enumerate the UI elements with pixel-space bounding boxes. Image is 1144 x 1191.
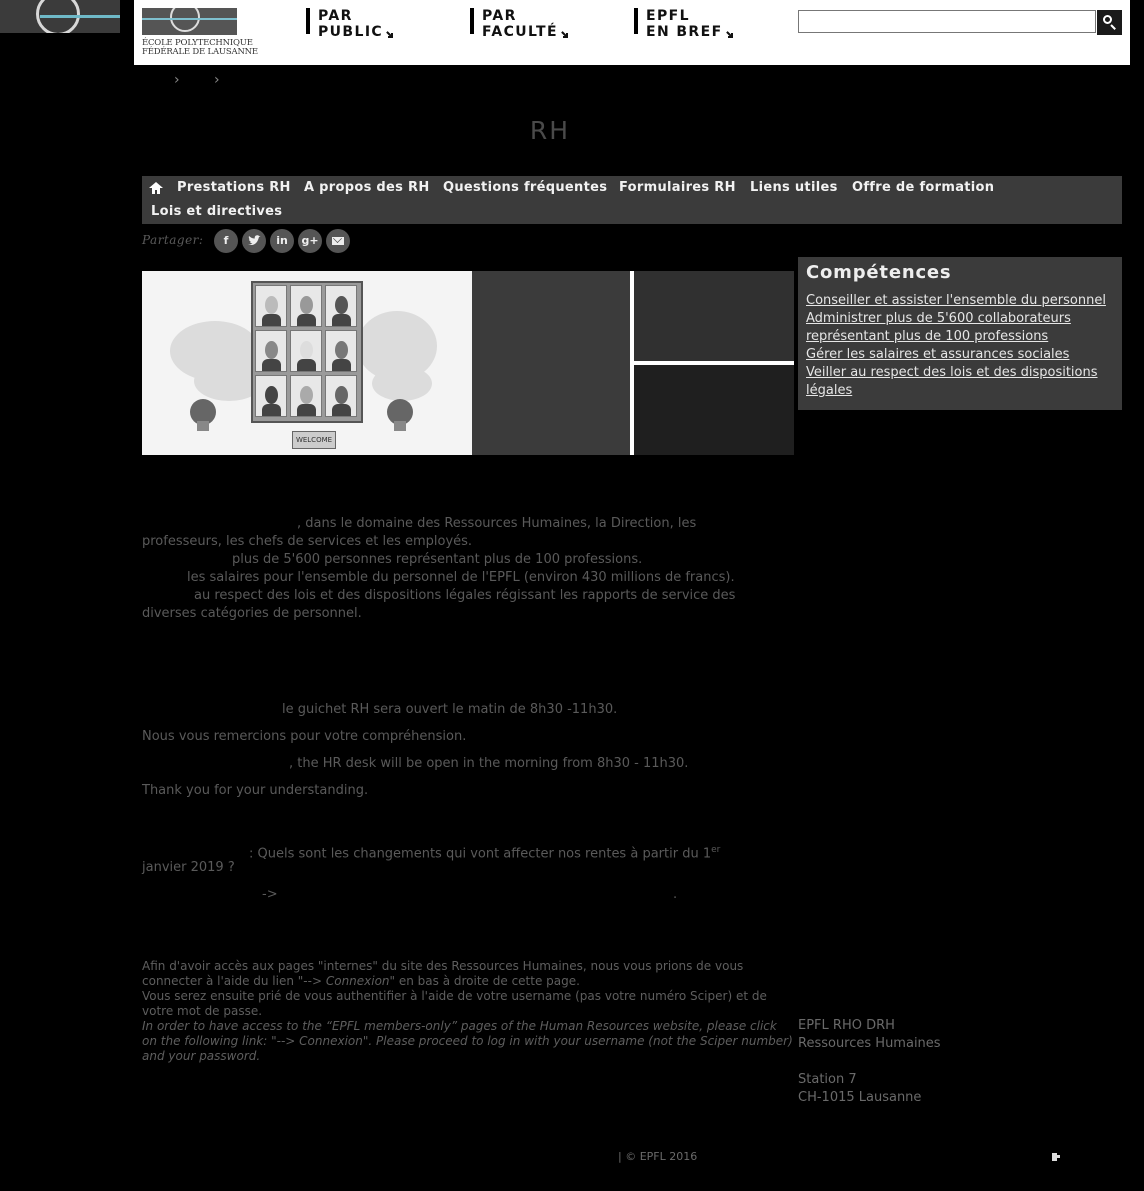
- breadcrumb-separator: ›: [214, 72, 220, 88]
- access-en-text: In order to have access to the “EPFL mem…: [142, 1019, 777, 1033]
- welcome-sign: WELCOME: [292, 431, 336, 449]
- access-fr-text: Afin d'avoir accès aux pages "internes" …: [142, 959, 744, 973]
- page-title: RH: [529, 116, 571, 145]
- notice-en: , the HR desk will be open in the mornin…: [289, 756, 689, 771]
- site-header: ÉCOLE POLYTECHNIQUE FÉDÉRALE DE LAUSANNE…: [134, 0, 1130, 65]
- competence-link[interactable]: légales: [806, 382, 852, 400]
- section-nav-prestations-rh[interactable]: Prestations RH: [177, 180, 291, 195]
- search-button[interactable]: [1097, 10, 1122, 35]
- contact-line: Ressources Humaines: [798, 1036, 941, 1051]
- external-arrow-icon: [386, 31, 394, 38]
- search-input[interactable]: [798, 10, 1096, 33]
- contact-line: CH-1015 Lausanne: [798, 1090, 922, 1105]
- access-fr-text: Vous serez ensuite prié de vous authenti…: [142, 989, 767, 1003]
- section-nav-a-propos[interactable]: A propos des RH: [304, 180, 430, 195]
- logo-text-line2: FÉDÉRALE DE LAUSANNE: [142, 47, 258, 57]
- access-fr-text: connecter à l'aide du lien "--> Connexio…: [142, 974, 580, 988]
- topnav-label-line1: EPFL: [646, 8, 690, 24]
- epfl-logo-mark: [142, 8, 237, 35]
- notice-en-thanks: Thank you for your understanding.: [142, 783, 369, 798]
- login-icon[interactable]: [1052, 1153, 1060, 1161]
- footer-copyright: | © EPFL 2016: [618, 1150, 698, 1163]
- share-twitter-icon[interactable]: [242, 229, 266, 253]
- topnav-label-line1: PAR: [482, 8, 517, 24]
- intro-text: diverses catégories de personnel.: [142, 606, 362, 621]
- section-nav-offre-de-formation[interactable]: Offre de formation: [852, 180, 994, 195]
- topnav-label-line2: EN BREF: [646, 24, 723, 40]
- epfl-corner-logo[interactable]: [0, 0, 120, 33]
- breadcrumb-separator: ›: [174, 72, 180, 88]
- intro-text: professeurs, les chefs de services et le…: [142, 534, 473, 549]
- pension-dot: .: [673, 887, 678, 902]
- password-link[interactable]: votre mot de passe: [142, 1004, 258, 1018]
- username-link[interactable]: username: [584, 1034, 648, 1048]
- topnav-label-line2: PUBLIC: [318, 24, 384, 40]
- contact-line: EPFL RHO DRH: [798, 1018, 895, 1033]
- pension-arrow: ->: [262, 887, 278, 902]
- search-icon: [1103, 15, 1112, 24]
- pension-question: janvier 2019 ?: [142, 860, 235, 875]
- hero-tile[interactable]: [634, 365, 794, 455]
- share-googleplus-icon[interactable]: g+: [298, 229, 322, 253]
- topnav-label-line2: FACULTÉ: [482, 24, 558, 40]
- password-link[interactable]: password: [199, 1049, 256, 1063]
- topnav-epfl-en-bref[interactable]: EPFL EN BREF: [634, 8, 733, 40]
- competence-link[interactable]: Gérer les salaires et assurances sociale…: [806, 346, 1069, 364]
- competence-link[interactable]: Administrer plus de 5'600 collaborateurs: [806, 310, 1071, 328]
- access-en-text: and your password.: [142, 1049, 261, 1063]
- home-icon[interactable]: [149, 182, 163, 194]
- hero-tile[interactable]: [472, 271, 630, 455]
- contact-line: Station 7: [798, 1072, 857, 1087]
- competence-link[interactable]: représentant plus de 100 professions: [806, 328, 1048, 346]
- section-nav-questions-frequentes[interactable]: Questions fréquentes: [443, 180, 607, 195]
- connexion-link[interactable]: --> Connexion: [277, 1034, 363, 1048]
- hero-tile[interactable]: [634, 271, 794, 361]
- intro-text: les salaires pour l'ensemble du personne…: [187, 570, 735, 585]
- access-fr-text: votre mot de passe.: [142, 1004, 263, 1018]
- topnav-label-line1: PAR: [318, 8, 353, 24]
- share-facebook-icon[interactable]: f: [214, 229, 238, 253]
- external-arrow-icon: [561, 31, 568, 38]
- pension-question: : Quels sont les changements qui vont af…: [249, 845, 721, 862]
- intro-text: , dans le domaine des Ressources Humaine…: [297, 516, 697, 531]
- intro-text: au respect des lois et des dispositions …: [194, 588, 736, 603]
- notice-fr: le guichet RH sera ouvert le matin de 8h…: [282, 702, 618, 717]
- intro-text: plus de 5'600 personnes représentant plu…: [232, 552, 643, 567]
- section-nav-formulaires-rh[interactable]: Formulaires RH: [619, 180, 736, 195]
- share-email-icon[interactable]: [326, 229, 350, 253]
- competence-link[interactable]: Conseiller et assister l'ensemble du per…: [806, 292, 1106, 310]
- access-en-text: on the following link: "--> Connexion". …: [142, 1034, 793, 1048]
- external-arrow-icon: [725, 31, 733, 38]
- competence-link[interactable]: Veiller au respect des lois et des dispo…: [806, 364, 1098, 382]
- share-linkedin-icon[interactable]: in: [270, 229, 294, 253]
- competences-box: Compétences Conseiller et assister l'ens…: [798, 257, 1122, 410]
- username-link[interactable]: username: [511, 989, 575, 1003]
- epfl-logo[interactable]: ÉCOLE POLYTECHNIQUE FÉDÉRALE DE LAUSANNE: [142, 8, 258, 57]
- topnav-par-public[interactable]: PAR PUBLIC: [306, 8, 394, 40]
- notice-fr-thanks: Nous vous remercions pour votre compréhe…: [142, 729, 467, 744]
- competences-title: Compétences: [806, 262, 952, 283]
- section-nav-liens-utiles[interactable]: Liens utiles: [750, 180, 838, 195]
- hero-illustration: WELCOME: [142, 271, 472, 455]
- topnav-par-faculte[interactable]: PAR FACULTÉ: [470, 8, 568, 40]
- section-nav: Prestations RH A propos des RH Questions…: [142, 176, 1122, 224]
- share-label: Partager:: [142, 233, 204, 247]
- section-nav-lois-et-directives[interactable]: Lois et directives: [151, 204, 282, 219]
